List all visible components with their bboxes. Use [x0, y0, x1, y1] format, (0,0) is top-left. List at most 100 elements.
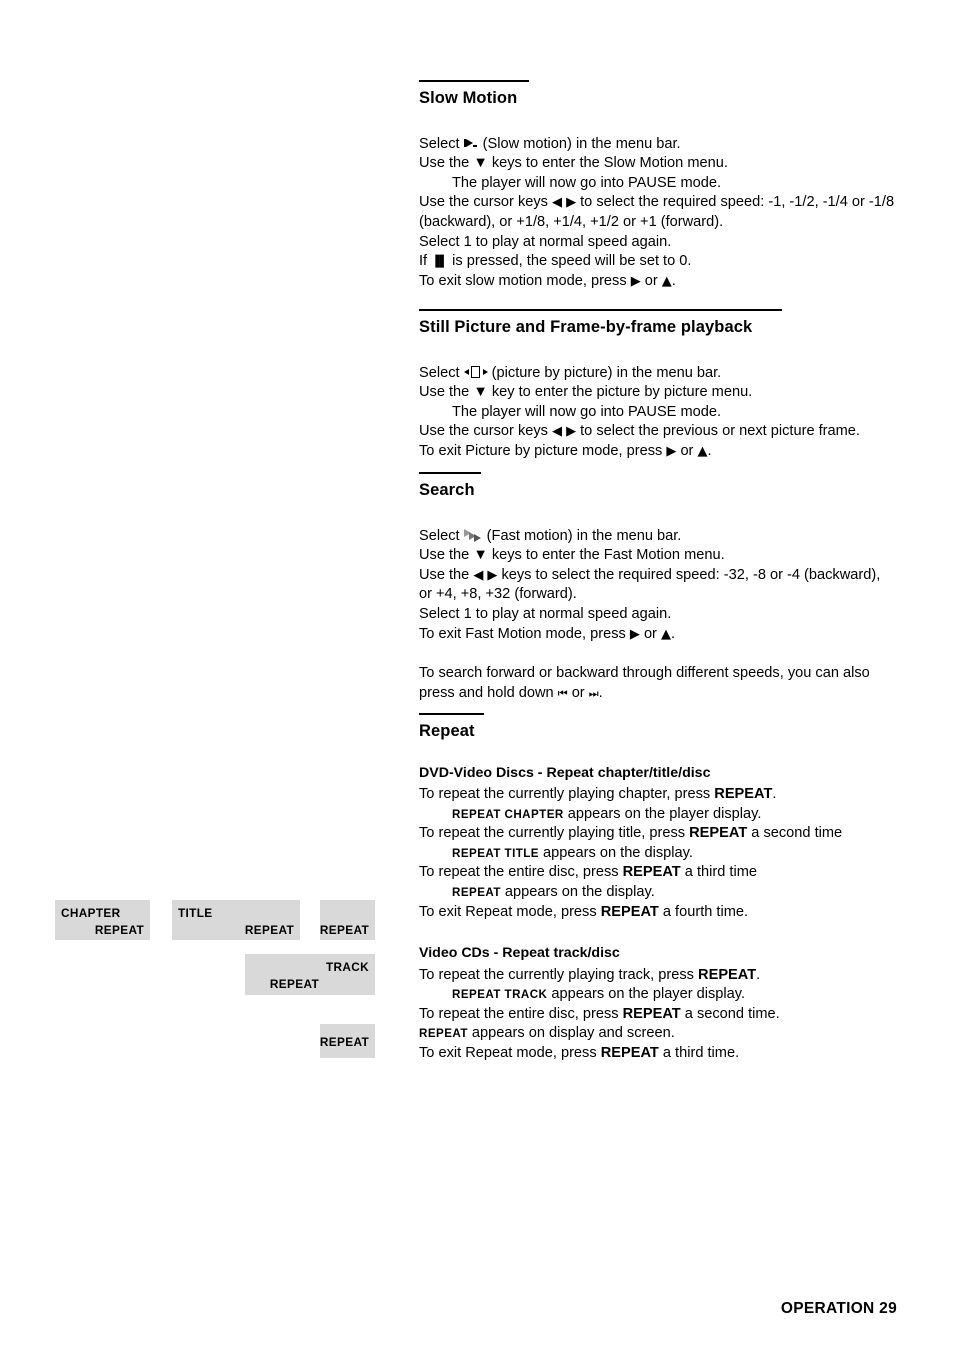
player-display-track-repeat: TRACK REPEAT — [245, 954, 375, 995]
skip-forward-icon: ⏭ — [588, 686, 599, 700]
subheading-video-cds: Video CDs - Repeat track/disc — [419, 945, 620, 962]
page-title-slow-motion: Slow Motion — [419, 89, 518, 107]
dvd-line5-c: a third time — [680, 864, 757, 881]
dvd-line7-a: To exit Repeat mode, press — [419, 903, 601, 920]
display-text-repeat-track: REPEAT TRACK — [452, 988, 548, 1002]
dvd-line6-b: appears on the display. — [500, 884, 655, 901]
search-line5-c: . — [670, 625, 676, 642]
still-picture-line4-a: Use the cursor keys — [419, 423, 553, 440]
slow-motion-line6-b: is pressed, the speed will be set to 0. — [448, 253, 692, 270]
cursor-right-icon: ▶ — [630, 273, 641, 289]
repeat-key-label: REPEAT — [714, 786, 773, 803]
cursor-up-icon: ▲ — [660, 626, 671, 642]
dvd-line1-a: To repeat the currently playing chapter,… — [419, 786, 715, 803]
display-line-repeat: REPEAT — [319, 1035, 369, 1049]
cursor-right-icon: ▶ — [566, 195, 577, 211]
still-picture-body: Select (picture by picture) in the menu … — [419, 364, 897, 462]
display-line-repeat: REPEAT — [269, 977, 319, 991]
search-line5-a: To exit Fast Motion mode, press — [419, 625, 630, 642]
repeat-dvd-body: To repeat the currently playing chapter,… — [419, 785, 897, 922]
section-search: Search Select (Fast motion) in the menu … — [419, 472, 897, 703]
search-line5-b: or — [639, 625, 661, 642]
player-display-repeat-disc: REPEAT — [320, 900, 375, 940]
vcd-line1-a: To repeat the currently playing track, p… — [419, 966, 699, 983]
repeat-key-label: REPEAT — [698, 966, 757, 983]
player-display-repeat-vcd: REPEAT — [320, 1024, 375, 1058]
heading-rule — [419, 80, 529, 82]
section-still-picture: Still Picture and Frame-by-frame playbac… — [419, 309, 897, 462]
dvd-line4: REPEAT TITLE appears on the display. — [419, 844, 897, 864]
cursor-right-icon: ▶ — [487, 567, 498, 583]
dvd-line7-c: a fourth time. — [658, 903, 749, 920]
slow-motion-line3: The player will now go into PAUSE mode. — [452, 174, 722, 191]
search-line4: Select 1 to play at normal speed again. — [419, 606, 672, 622]
slow-motion-line6-a: If — [419, 253, 432, 270]
cursor-right-icon: ▶ — [566, 424, 577, 440]
slow-motion-line2: Use the ▼ keys to enter the Slow Motion … — [419, 155, 728, 172]
vcd-line3-a: To repeat the entire disc, press — [419, 1005, 623, 1022]
page-title-still-picture: Still Picture and Frame-by-frame playbac… — [419, 318, 753, 336]
search-line2: Use the ▼ keys to enter the Fast Motion … — [419, 547, 725, 564]
dvd-line3-c: a second time — [747, 825, 843, 842]
player-display-title-repeat: TITLE REPEAT — [172, 900, 300, 940]
slow-motion-icon — [463, 137, 479, 149]
skip-back-icon: ⏮ — [557, 686, 568, 700]
display-line-title: TITLE — [178, 906, 213, 920]
dvd-line2: REPEAT CHAPTER appears on the player dis… — [419, 805, 897, 825]
search-body: Select (Fast motion) in the menu bar. Us… — [419, 527, 897, 645]
slow-motion-line7-a: To exit slow motion mode, press — [419, 272, 631, 289]
subheading-dvd-video: DVD-Video Discs - Repeat chapter/title/d… — [419, 764, 711, 781]
repeat-key-label: REPEAT — [622, 864, 681, 881]
vcd-line5-c: a third time. — [658, 1045, 740, 1062]
vcd-line5-a: To exit Repeat mode, press — [419, 1045, 601, 1062]
heading-rule — [419, 309, 782, 311]
repeat-key-label: REPEAT — [600, 903, 659, 920]
vcd-line2: REPEAT TRACK appears on the player displ… — [419, 985, 897, 1005]
still-picture-line1-post: (picture by picture) in the menu bar. — [487, 364, 722, 381]
display-text-repeat: REPEAT — [419, 1027, 468, 1041]
still-picture-line3: The player will now go into PAUSE mode. — [452, 403, 722, 420]
still-picture-line2: Use the ▼ key to enter the picture by pi… — [419, 384, 753, 401]
section-slow-motion: Slow Motion Select (Slow motion) in the … — [419, 80, 897, 291]
repeat-vcd-body: To repeat the currently playing track, p… — [419, 966, 897, 1064]
slow-motion-line7-b: or — [640, 272, 662, 289]
repeat-key-label: REPEAT — [689, 825, 748, 842]
still-picture-line5-a: To exit Picture by picture mode, press — [419, 443, 667, 459]
page-footer: OPERATION 29 — [780, 1300, 897, 1317]
vcd-line3-c: a second time. — [680, 1005, 780, 1022]
still-picture-line5-b: or — [676, 443, 698, 459]
display-line-repeat: REPEAT — [94, 923, 144, 937]
display-line-repeat: REPEAT — [319, 923, 369, 937]
display-text-repeat-title: REPEAT TITLE — [452, 846, 539, 860]
dvd-line4-b: appears on the display. — [539, 844, 693, 861]
heading-rule — [419, 472, 481, 474]
cursor-up-icon: ▲ — [661, 273, 672, 289]
vcd-line4-b: appears on display and screen. — [467, 1025, 675, 1042]
manual-page: Slow Motion Select (Slow motion) in the … — [0, 0, 954, 1351]
cursor-left-icon: ◀ — [552, 424, 563, 440]
slow-motion-line7-c: . — [671, 272, 676, 289]
slow-motion-line5: Select 1 to play at normal speed again. — [419, 233, 672, 250]
search-p2-a: To search forward or backward through di… — [419, 665, 870, 701]
search-p2-b: or — [567, 684, 589, 701]
fast-motion-icon — [463, 528, 483, 542]
section-repeat: Repeat DVD-Video Discs - Repeat chapter/… — [419, 713, 897, 1064]
player-display-chapter-repeat: CHAPTER REPEAT — [55, 900, 150, 940]
pause-icon: ▐▌ — [431, 255, 449, 269]
page-title-search: Search — [419, 481, 475, 499]
display-line-track: TRACK — [325, 960, 369, 974]
search-line3-a: Use the — [419, 566, 474, 583]
dvd-line5-a: To repeat the entire disc, press — [419, 864, 623, 881]
slow-motion-body: Select (Slow motion) in the menu bar. Us… — [419, 135, 897, 292]
display-text-repeat-chapter: REPEAT CHAPTER — [452, 807, 564, 821]
heading-rule — [419, 713, 484, 715]
vcd-line2-b: appears on the player display. — [547, 986, 746, 1003]
search-line1-pre: Select — [419, 527, 464, 544]
search-line1-post: (Fast motion) in the menu bar. — [482, 527, 682, 544]
cursor-left-icon: ◀ — [552, 195, 563, 211]
cursor-right-icon: ▶ — [666, 444, 677, 459]
display-line-repeat: REPEAT — [244, 923, 294, 937]
cursor-right-icon: ▶ — [629, 626, 640, 642]
display-text-repeat: REPEAT — [452, 886, 501, 900]
cursor-left-icon: ◀ — [473, 567, 484, 583]
